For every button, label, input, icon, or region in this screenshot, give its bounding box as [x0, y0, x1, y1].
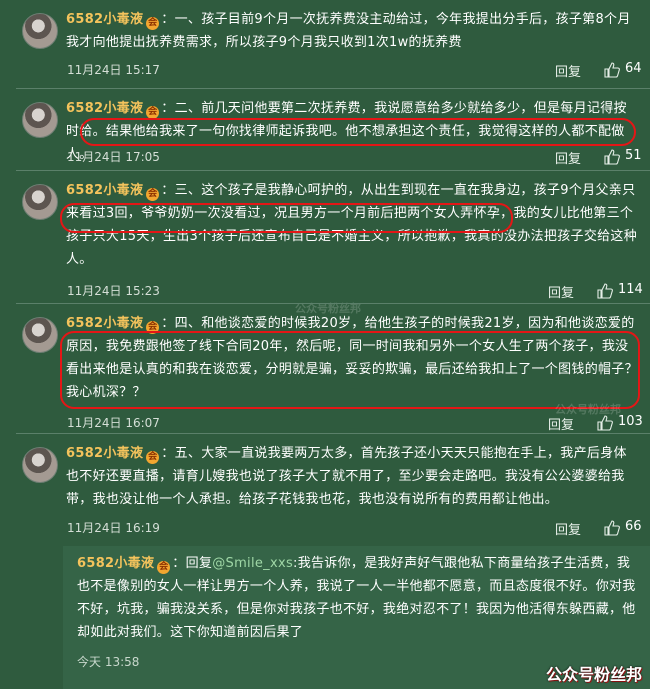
divider — [16, 303, 650, 304]
timestamp: 11月24日 16:07 — [67, 416, 160, 430]
highlight-box — [60, 331, 640, 409]
watermark: 公众号粉丝邦 — [545, 665, 642, 684]
avatar[interactable] — [22, 447, 58, 483]
avatar[interactable] — [22, 13, 58, 49]
username[interactable]: 6582小毒液 — [66, 12, 143, 27]
username[interactable]: 6582小毒液 — [66, 446, 143, 461]
reply-prefix: 回复 — [185, 556, 213, 571]
divider — [16, 170, 650, 171]
divider — [16, 88, 650, 89]
reply-button[interactable]: 回复 — [548, 282, 574, 301]
timestamp: 11月24日 15:17 — [67, 63, 160, 77]
timestamp: 11月24日 16:19 — [67, 521, 160, 535]
like-count: 66 — [625, 519, 642, 534]
username[interactable]: 6582小毒液 — [66, 183, 143, 198]
comment-text: 6582小毒液会：一、孩子目前9个月一次抚养费没主动给过，今年我提出分手后，孩子… — [66, 12, 631, 50]
vip-badge-icon: 会 — [146, 17, 160, 30]
reply-button[interactable]: 回复 — [555, 61, 581, 80]
highlight-box — [80, 118, 636, 146]
comment-text: 6582小毒液会：五、大家一直说我要两万太多，首先孩子还小天天只能抱在手上，我产… — [66, 446, 627, 507]
nested-reply-text: 6582小毒液会：回复@Smile_xxs:我告诉你，是我好声好气跟他私下商量给… — [77, 556, 636, 640]
like-count: 114 — [618, 282, 643, 297]
avatar[interactable] — [22, 184, 58, 220]
avatar[interactable] — [22, 102, 58, 138]
timestamp: 今天 13:58 — [77, 655, 140, 669]
vip-badge-icon: 会 — [157, 561, 171, 574]
like-count: 103 — [618, 414, 643, 429]
avatar[interactable] — [22, 317, 58, 353]
thumbs-up-icon[interactable] — [604, 520, 620, 536]
watermark: 公众号粉丝邦 — [555, 403, 621, 416]
timestamp: 11月24日 17:05 — [67, 150, 160, 164]
like-count: 51 — [625, 148, 642, 163]
thumbs-up-icon[interactable] — [604, 62, 620, 78]
vip-badge-icon: 会 — [146, 451, 160, 464]
like-count: 64 — [625, 61, 642, 76]
username[interactable]: 6582小毒液 — [66, 316, 143, 331]
highlight-box — [60, 203, 513, 233]
mention-link[interactable]: @Smile_xxs — [212, 556, 293, 571]
thumbs-up-icon[interactable] — [597, 415, 613, 431]
timestamp: 11月24日 15:23 — [67, 284, 160, 298]
thumbs-up-icon[interactable] — [597, 283, 613, 299]
vip-badge-icon: 会 — [146, 188, 160, 201]
reply-button[interactable]: 回复 — [555, 519, 581, 538]
reply-button[interactable]: 回复 — [555, 148, 581, 167]
thumbs-up-icon[interactable] — [604, 149, 620, 165]
divider — [16, 433, 650, 434]
username[interactable]: 6582小毒液 — [66, 101, 143, 116]
username[interactable]: 6582小毒液 — [77, 556, 154, 571]
